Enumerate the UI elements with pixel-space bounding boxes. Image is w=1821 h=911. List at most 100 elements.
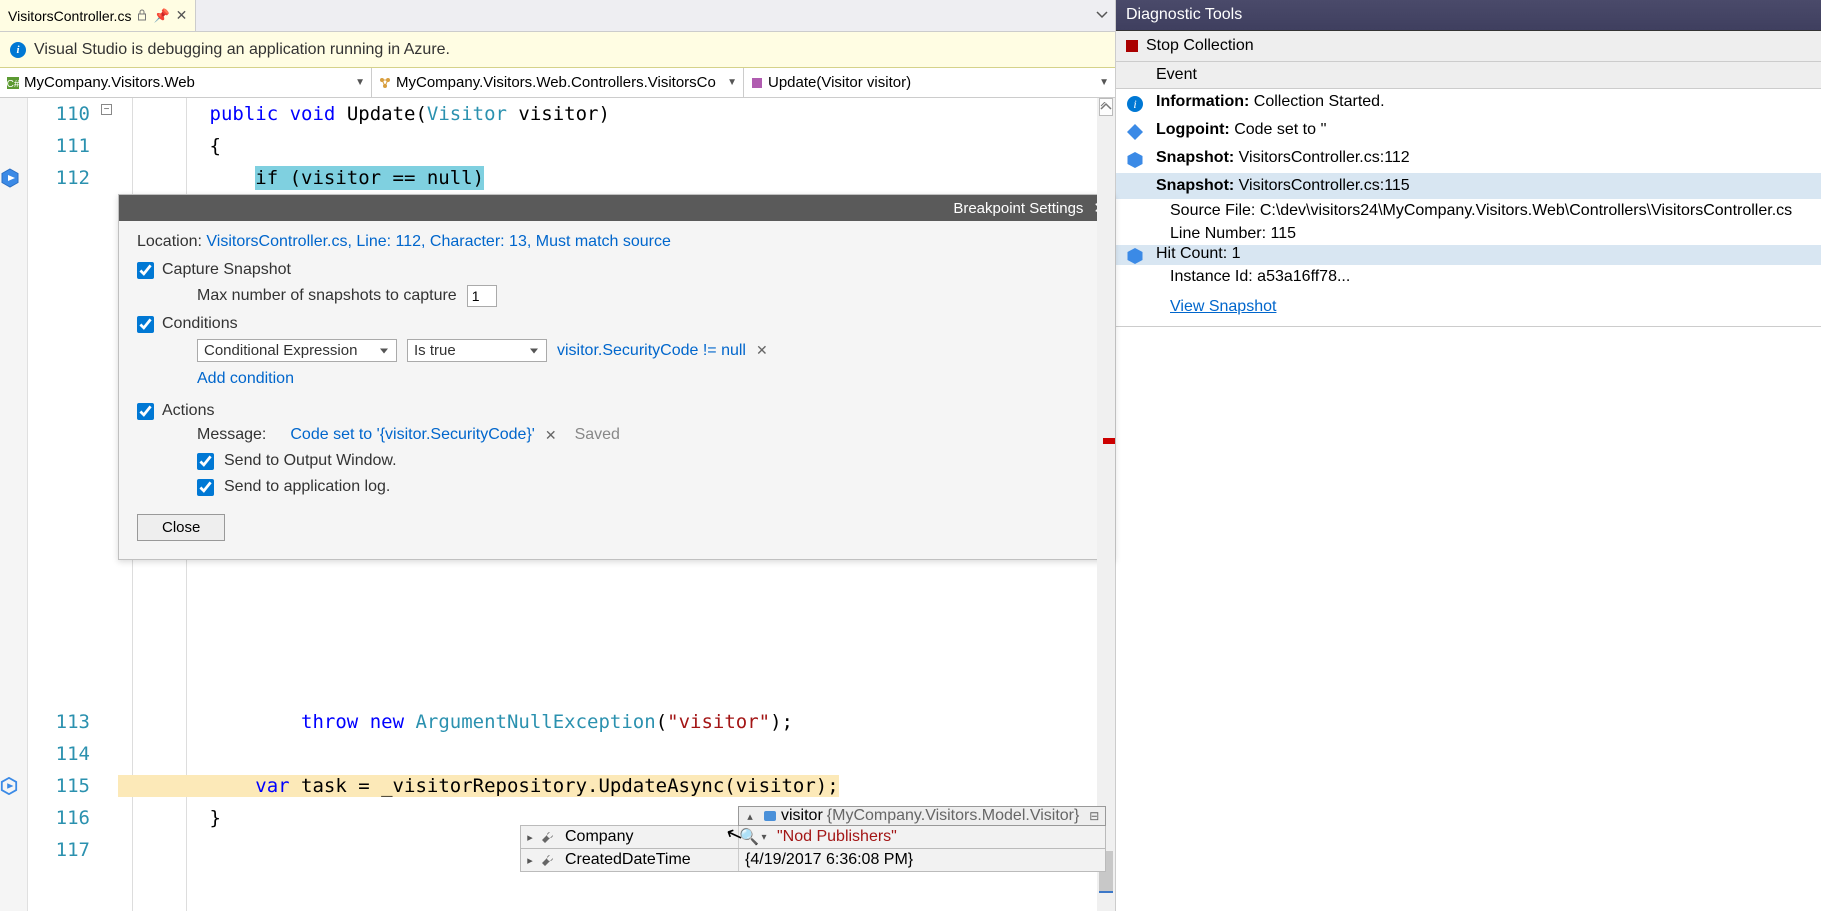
- capture-snapshot-label: Capture Snapshot: [162, 261, 291, 279]
- line-number: 111: [28, 130, 90, 162]
- tab-active[interactable]: VisitorsController.cs 📌 ✕: [0, 0, 196, 31]
- code-token: task = _visitorRepository.UpdateAsync(vi…: [290, 775, 839, 797]
- code-token: }: [210, 807, 221, 829]
- nav-namespace-text: MyCompany.Visitors.Web: [24, 74, 195, 91]
- event-text: Code set to '': [1230, 121, 1327, 138]
- condition-expression-input[interactable]: visitor.SecurityCode != null: [557, 342, 746, 360]
- view-snapshot-link[interactable]: View Snapshot: [1170, 298, 1276, 315]
- scroll-change-marker: [1103, 438, 1115, 444]
- send-output-checkbox[interactable]: [197, 453, 214, 470]
- remove-condition-icon[interactable]: ✕: [756, 342, 768, 359]
- property-value: {4/19/2017 6:36:08 PM}: [739, 849, 1105, 871]
- diagnostic-event-row[interactable]: Logpoint: Code set to '': [1116, 117, 1821, 145]
- datatip-var-type: {MyCompany.Visitors.Model.Visitor}: [827, 807, 1080, 825]
- pin-datatip-icon[interactable]: ⊟: [1085, 809, 1103, 823]
- capture-snapshot-checkbox[interactable]: [137, 262, 154, 279]
- max-snapshots-input[interactable]: [467, 285, 497, 307]
- property-icon: [539, 851, 557, 869]
- chevron-down-icon: ▼: [1099, 77, 1109, 88]
- tab-overflow-icon[interactable]: [1095, 7, 1109, 24]
- send-applog-checkbox[interactable]: [197, 479, 214, 496]
- condition-op-select[interactable]: Is true: [407, 339, 547, 362]
- close-button[interactable]: Close: [137, 514, 225, 541]
- diagnostic-event-row-selected[interactable]: Snapshot: VisitorsController.cs:115: [1116, 173, 1821, 199]
- actions-label: Actions: [162, 402, 214, 420]
- location-label: Location:: [137, 233, 206, 250]
- lock-icon: [137, 8, 147, 24]
- event-detail-block: Source File: C:\dev\visitors24\MyCompany…: [1170, 199, 1821, 245]
- actions-checkbox[interactable]: [137, 403, 154, 420]
- stop-icon: [1126, 40, 1138, 52]
- event-text: VisitorsController.cs:112: [1234, 149, 1409, 166]
- diagnostic-event-detail-row: Hit Count: 1: [1116, 245, 1821, 265]
- add-condition-link[interactable]: Add condition: [197, 370, 294, 388]
- datatip-header[interactable]: ▴ visitor {MyCompany.Visitors.Model.Visi…: [738, 806, 1106, 826]
- detail-value: 1: [1232, 245, 1241, 262]
- datatip-var-name: visitor: [781, 807, 827, 825]
- expand-icon[interactable]: ▸: [521, 854, 539, 867]
- svg-text:i: i: [1133, 97, 1136, 111]
- visualizer-icon[interactable]: 🔍: [739, 827, 757, 847]
- code-token: {: [210, 135, 221, 157]
- datatip-property-row[interactable]: ▸ CreatedDateTime {4/19/2017 6:36:08 PM}: [520, 848, 1106, 872]
- breakpoint-gutter[interactable]: [0, 98, 28, 911]
- condition-type-select[interactable]: Conditional Expression: [197, 339, 397, 362]
- nav-class-dropdown[interactable]: MyCompany.Visitors.Web.Controllers.Visit…: [372, 68, 744, 97]
- event-text: VisitorsController.cs:115: [1234, 177, 1409, 194]
- message-label: Message:: [197, 426, 266, 444]
- expand-icon[interactable]: ▸: [521, 831, 539, 844]
- diagnostic-toolbar: Stop Collection: [1116, 31, 1821, 62]
- snapshot-breakpoint-icon[interactable]: [0, 168, 20, 188]
- event-column-header[interactable]: Event: [1116, 62, 1821, 89]
- selected-code: if (visitor == null): [255, 166, 484, 190]
- event-label: Snapshot:: [1156, 149, 1234, 166]
- diagnostic-event-row[interactable]: i Information: Collection Started.: [1116, 89, 1821, 117]
- debug-datatip: ▴ visitor {MyCompany.Visitors.Model.Visi…: [520, 806, 1106, 872]
- class-icon: [378, 76, 392, 90]
- vertical-scrollbar[interactable]: [1097, 98, 1115, 911]
- location-link[interactable]: VisitorsController.cs, Line: 112, Charac…: [206, 233, 671, 250]
- event-text: Collection Started.: [1249, 93, 1384, 110]
- detail-value: a53a16ff78...: [1257, 268, 1350, 285]
- breakpoint-settings-title: Breakpoint Settings: [953, 200, 1083, 217]
- fold-gutter[interactable]: −: [98, 98, 118, 911]
- nav-method-dropdown[interactable]: Update(Visitor visitor) ▼: [744, 68, 1115, 97]
- close-tab-icon[interactable]: ✕: [176, 7, 188, 24]
- code-token: "visitor": [667, 711, 770, 733]
- pin-icon[interactable]: 📌: [153, 8, 169, 24]
- clear-message-icon[interactable]: ✕: [545, 427, 557, 444]
- code-token: var: [255, 775, 289, 797]
- line-number: 110: [28, 98, 90, 130]
- snapshot-hit-icon[interactable]: [0, 777, 18, 795]
- tab-bar: VisitorsController.cs 📌 ✕: [0, 0, 1115, 32]
- code-token: );: [770, 711, 793, 733]
- detail-label: Source File:: [1170, 202, 1260, 219]
- diagnostic-tools-title: Diagnostic Tools: [1116, 0, 1821, 31]
- svg-text:C#: C#: [7, 79, 20, 90]
- object-icon: [763, 809, 777, 823]
- line-number: 117: [28, 834, 90, 866]
- max-snapshots-label: Max number of snapshots to capture: [197, 287, 457, 305]
- diagnostic-event-row[interactable]: Snapshot: VisitorsController.cs:112: [1116, 145, 1821, 173]
- code-token: ArgumentNullException: [415, 711, 655, 733]
- stop-collection-button[interactable]: Stop Collection: [1146, 37, 1254, 55]
- csharp-project-icon: C#: [6, 76, 20, 90]
- collapse-icon[interactable]: ▴: [741, 810, 759, 823]
- nav-namespace-dropdown[interactable]: C# MyCompany.Visitors.Web ▼: [0, 68, 372, 97]
- message-input[interactable]: Code set to '{visitor.SecurityCode}': [290, 426, 534, 444]
- chevron-down-icon[interactable]: ▾: [757, 832, 771, 843]
- fold-collapse-icon[interactable]: −: [101, 104, 112, 115]
- split-view-icon[interactable]: [1099, 98, 1113, 116]
- code-token: new: [370, 711, 404, 733]
- datatip-property-row[interactable]: ▸ Company 🔍 ▾ "Nod Publishers": [520, 825, 1106, 849]
- code-nav-bar: C# MyCompany.Visitors.Web ▼ MyCompany.Vi…: [0, 68, 1115, 98]
- nav-method-text: Update(Visitor visitor): [768, 74, 911, 91]
- breakpoint-settings-panel: Breakpoint Settings ✕ Location: Visitors…: [118, 194, 1115, 560]
- event-label: Information:: [1156, 93, 1249, 110]
- line-number: 114: [28, 738, 90, 770]
- code-editor[interactable]: 110 111 112 113 114 115 116 117 − public…: [0, 98, 1115, 911]
- code-token: (: [656, 711, 667, 733]
- conditions-checkbox[interactable]: [137, 316, 154, 333]
- detail-label: Hit Count:: [1156, 245, 1232, 262]
- banner-text: Visual Studio is debugging an applicatio…: [34, 41, 450, 59]
